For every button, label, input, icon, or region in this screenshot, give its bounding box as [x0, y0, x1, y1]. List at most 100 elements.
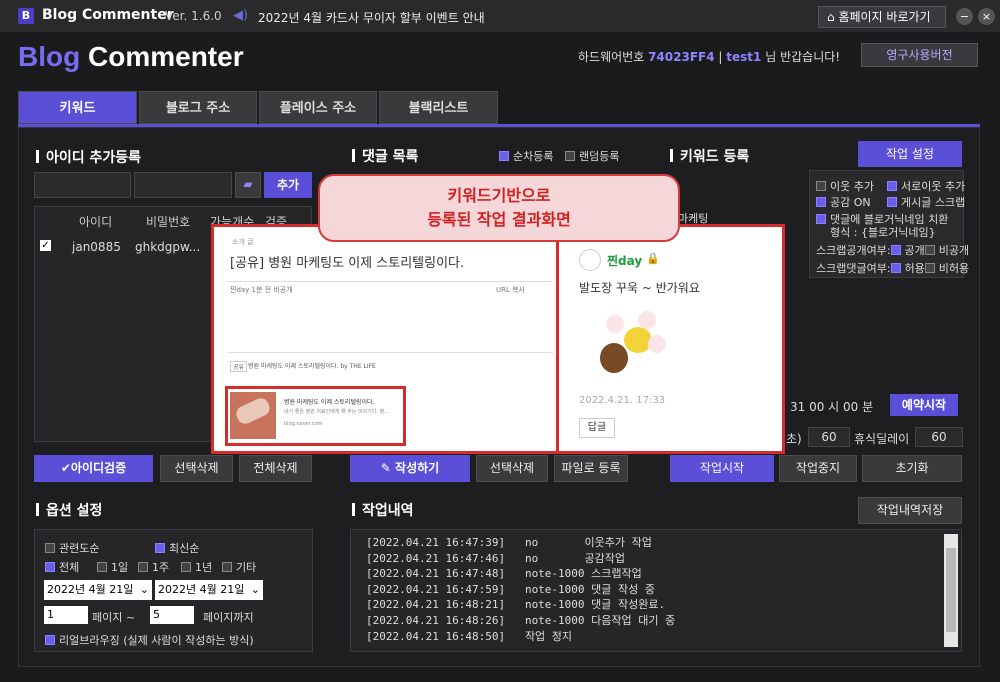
- week-checkbox[interactable]: [138, 562, 148, 572]
- period-other[interactable]: 기타: [222, 559, 256, 575]
- rabbit-sticker-2: [638, 311, 656, 329]
- reserve-start-button[interactable]: 예약시작: [890, 394, 958, 416]
- reply-button[interactable]: 답글: [579, 418, 615, 438]
- app-title: Blog Commenter: [42, 7, 174, 23]
- opt-neighbor[interactable]: 이웃 추가: [816, 178, 874, 194]
- hw-sep: |: [718, 50, 723, 64]
- brand-commenter: Commenter: [80, 41, 244, 72]
- share-text: 병원 마케팅도 이제 스토리텔링이다. by THE LIFE: [248, 363, 376, 370]
- opt-scrap[interactable]: 게시글 스크랩: [887, 194, 965, 210]
- mutual-neighbor-checkbox[interactable]: [887, 181, 897, 191]
- allow-label: 허용: [904, 262, 925, 275]
- minimize-button[interactable]: −: [956, 8, 973, 25]
- homepage-button[interactable]: ⌂ 홈페이지 바로가기: [818, 6, 946, 28]
- comment-select-delete-button[interactable]: 선택삭제: [476, 455, 548, 482]
- log-lines: [2022.04.21 16:47:39] no 이웃추가 작업 [2022.04…: [366, 535, 675, 644]
- row-checkbox[interactable]: ✓: [40, 240, 51, 251]
- id-input[interactable]: [34, 172, 131, 198]
- scrap-label: 게시글 스크랩: [901, 196, 966, 209]
- card-url: blog.naver.com: [284, 421, 323, 427]
- sort-latest[interactable]: 최신순: [155, 540, 199, 556]
- relevance-checkbox[interactable]: [45, 543, 55, 553]
- delay-input[interactable]: 60: [808, 427, 850, 447]
- result-screenshot: 소개 글 [공유] 병원 마케팅도 이제 스토리텔링이다. 찐day 1분 전 …: [211, 224, 785, 454]
- verify-id-button[interactable]: ✔아이디검증: [34, 455, 153, 482]
- write-button[interactable]: ✎ 작성하기: [350, 455, 470, 482]
- reset-button[interactable]: 초기화: [862, 455, 962, 482]
- start-work-button[interactable]: 작업시작: [670, 455, 774, 482]
- like-checkbox[interactable]: [816, 197, 826, 207]
- page-from-value: 1: [47, 608, 54, 621]
- realistic-browsing[interactable]: 리얼브라우징 (실제 사람이 작성하는 방식): [45, 632, 254, 648]
- sequential-option[interactable]: 순차등록: [499, 148, 553, 164]
- other-checkbox[interactable]: [222, 562, 232, 572]
- url-copy[interactable]: URL 복사: [496, 285, 525, 295]
- link-card[interactable]: 병원 마케팅도 이제 스토리텔링이다. 내가 좋은 병원 의료인에게 해 주는 …: [225, 386, 406, 446]
- tab-keyword[interactable]: 키워드: [18, 91, 137, 124]
- save-history-button[interactable]: 작업내역저장: [858, 497, 962, 524]
- lock-icon: 🔒: [646, 252, 660, 265]
- rest-delay-input[interactable]: 60: [915, 427, 963, 447]
- period-1week[interactable]: 1주: [138, 559, 169, 575]
- notice-text[interactable]: 2022년 4월 카드사 무이자 할부 이벤트 안내: [258, 9, 485, 26]
- post-divider-2: [228, 352, 553, 353]
- tab-blog-address[interactable]: 블로그 주소: [139, 91, 257, 124]
- sequential-label: 순차등록: [513, 150, 554, 163]
- delete-all-button[interactable]: 전체삭제: [239, 455, 312, 482]
- close-button[interactable]: ×: [978, 8, 995, 25]
- stop-work-button[interactable]: 작업중지: [779, 455, 857, 482]
- permanent-version-button[interactable]: 영구사용버전: [861, 43, 978, 67]
- page-from-stepper[interactable]: 1: [44, 606, 88, 624]
- private-checkbox[interactable]: [924, 245, 935, 255]
- year-label: 1년: [195, 561, 213, 574]
- file-register-button[interactable]: 파일로 등록: [554, 455, 628, 482]
- realistic-label: 리얼브라우징 (실제 사람이 작성하는 방식): [59, 634, 254, 647]
- date-from-select[interactable]: 2022년 4월 21일 ⌄: [44, 580, 152, 600]
- tab-blacklist[interactable]: 블랙리스트: [379, 91, 498, 124]
- greeting: 님 반갑습니다!: [765, 50, 841, 64]
- private-label: 비공개: [938, 244, 970, 257]
- period-1year[interactable]: 1년: [181, 559, 212, 575]
- allow-checkbox[interactable]: [890, 263, 901, 273]
- card-title: 병원 마케팅도 이제 스토리텔링이다.: [284, 399, 375, 406]
- scrollbar-thumb[interactable]: [946, 548, 956, 632]
- history-scrollbar[interactable]: [944, 534, 958, 647]
- folder-icon[interactable]: ▰: [235, 172, 261, 198]
- random-option[interactable]: 랜덤등록: [565, 148, 619, 164]
- latest-checkbox[interactable]: [155, 543, 165, 553]
- realistic-checkbox[interactable]: [45, 635, 55, 645]
- period-1day[interactable]: 1일: [97, 559, 128, 575]
- sort-relevance[interactable]: 관련도순: [45, 540, 99, 556]
- page-to-value: 5: [153, 608, 160, 621]
- nickname-checkbox[interactable]: [816, 214, 826, 224]
- share-label: 공유: [230, 361, 248, 372]
- scrap-checkbox[interactable]: [887, 197, 897, 207]
- opt-like[interactable]: 공감 ON: [816, 194, 871, 210]
- day-checkbox[interactable]: [97, 562, 107, 572]
- random-checkbox[interactable]: [565, 151, 575, 161]
- work-settings-button[interactable]: 작업 설정: [858, 141, 962, 167]
- schedule-time[interactable]: 31 00 시 00 분: [790, 398, 873, 415]
- all-checkbox[interactable]: [45, 562, 55, 572]
- rest-delay-label: 휴식딜레이: [854, 432, 910, 446]
- callout-line1: 키워드기반으로: [447, 186, 551, 205]
- home-icon: ⌂: [827, 10, 839, 24]
- speaker-icon: ◀): [233, 8, 249, 23]
- password-input[interactable]: [134, 172, 232, 198]
- rabbit-sticker-3: [648, 335, 666, 353]
- public-checkbox[interactable]: [890, 245, 901, 255]
- sequential-checkbox[interactable]: [499, 151, 509, 161]
- user-name: test1: [726, 50, 762, 64]
- tab-place-address[interactable]: 플레이스 주소: [259, 91, 377, 124]
- deny-checkbox[interactable]: [924, 263, 935, 273]
- page-to-stepper[interactable]: 5: [150, 606, 194, 624]
- date-to-select[interactable]: 2022년 4월 21일 ⌄: [155, 580, 263, 600]
- select-delete-button[interactable]: 선택삭제: [160, 455, 233, 482]
- neighbor-checkbox[interactable]: [816, 181, 826, 191]
- options-title: 옵션 설정: [36, 500, 102, 520]
- date-from-value: 2022년 4월 21일: [47, 583, 134, 596]
- period-all[interactable]: 전체: [45, 559, 79, 575]
- opt-mutual-neighbor[interactable]: 서로이웃 추가: [887, 178, 965, 194]
- year-checkbox[interactable]: [181, 562, 191, 572]
- add-id-button[interactable]: 추가: [264, 172, 312, 198]
